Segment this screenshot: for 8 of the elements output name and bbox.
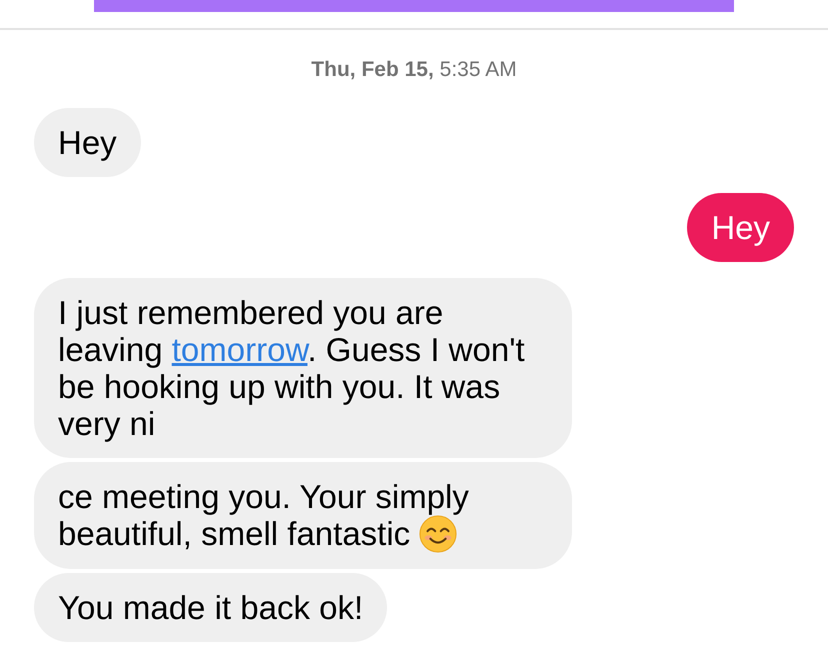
message-link[interactable]: tomorrow xyxy=(172,331,308,368)
received-message-bubble: Hey xyxy=(34,108,141,177)
sent-message-bubble: Hey xyxy=(687,193,794,262)
received-message-bubble: You made it back ok! xyxy=(34,573,388,642)
received-message-bubble: I just remembered you are leaving tomorrow. Guess I won't be hooking up with you. It was very ni xyxy=(34,278,572,458)
message-timestamp: Thu, Feb 15, 5:35 AM xyxy=(310,58,518,82)
received-message-bubble: ce meeting you. Your simply beautiful, smell fantastic xyxy=(34,462,572,569)
smiling-face-icon xyxy=(419,515,458,553)
